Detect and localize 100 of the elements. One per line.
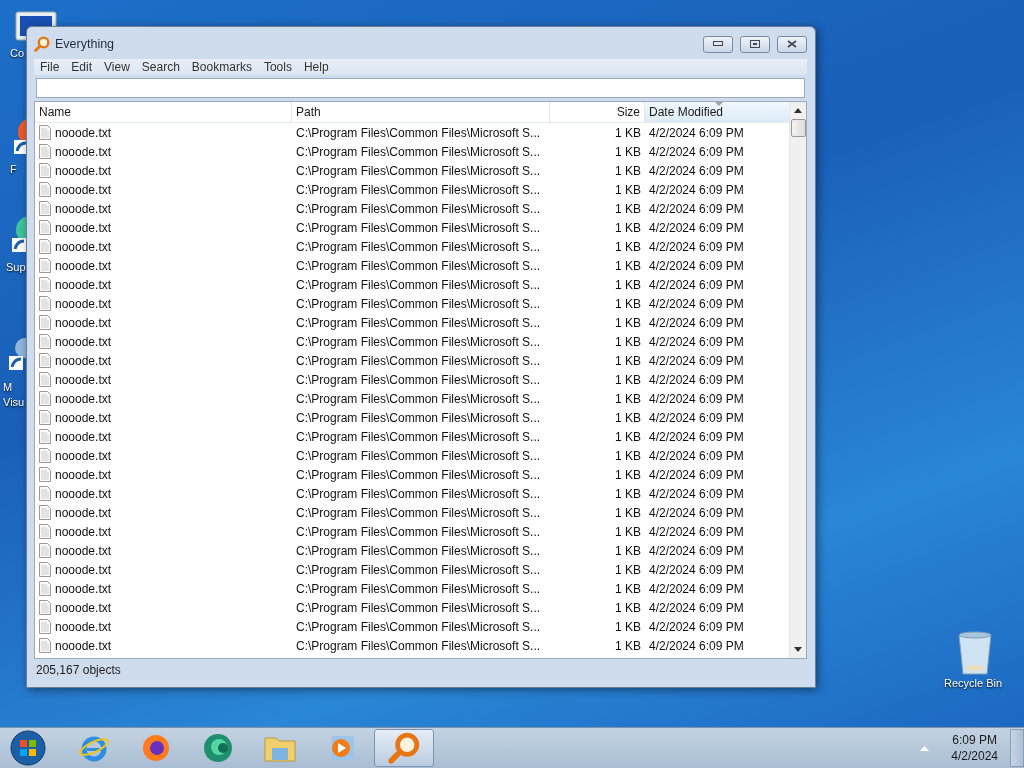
table-cell-text: 1 KB xyxy=(614,410,642,425)
table-cell-text: C:\Program Files\Common Files\Microsoft S... xyxy=(295,581,542,596)
tray-arrow-icon[interactable] xyxy=(920,745,930,751)
table-cell-text: 4/2/2024 6:09 PM xyxy=(648,448,745,463)
table-cell-text: C:\Program Files\Common Files\Microsoft S... xyxy=(295,353,542,368)
table-cell-text: 4/2/2024 6:09 PM xyxy=(648,543,745,558)
minimize-button[interactable] xyxy=(703,35,733,53)
table-cell-text: 4/2/2024 6:09 PM xyxy=(648,524,745,539)
table-cell-text: C:\Program Files\Common Files\Microsoft S... xyxy=(295,296,542,311)
file-name: nooode.txt xyxy=(55,391,112,406)
file-icon xyxy=(39,220,51,235)
table-cell-text: 1 KB xyxy=(614,372,642,387)
file-icon xyxy=(39,467,51,482)
file-icon xyxy=(39,277,51,292)
table-cell-text: C:\Program Files\Common Files\Microsoft S... xyxy=(295,315,542,330)
table-cell-text: 4/2/2024 6:09 PM xyxy=(648,638,745,653)
table-cell-text: C:\Program Files\Common Files\Microsoft S... xyxy=(295,638,542,653)
folder-icon xyxy=(264,734,296,762)
table-cell-text: C:\Program Files\Common Files\Microsoft S... xyxy=(295,448,542,463)
table-cell-text: C:\Program Files\Common Files\Microsoft S... xyxy=(295,201,542,216)
table-cell-text: 4/2/2024 6:09 PM xyxy=(648,353,745,368)
table-cell-text: 4/2/2024 6:09 PM xyxy=(648,258,745,273)
table-cell-text: 4/2/2024 6:09 PM xyxy=(648,182,745,197)
file-name: nooode.txt xyxy=(55,182,112,197)
table-cell-text: 4/2/2024 6:09 PM xyxy=(648,125,745,140)
file-name: nooode.txt xyxy=(55,429,112,444)
table-cell-text: C:\Program Files\Common Files\Microsoft S... xyxy=(295,220,542,235)
table-cell-text: 1 KB xyxy=(614,277,642,292)
table-cell-text: 4/2/2024 6:09 PM xyxy=(648,429,745,444)
file-name: nooode.txt xyxy=(55,353,112,368)
maximize-button[interactable] xyxy=(740,35,770,53)
file-name: nooode.txt xyxy=(55,410,112,425)
show-desktop-button[interactable] xyxy=(1010,729,1024,767)
table-cell-text: 4/2/2024 6:09 PM xyxy=(648,239,745,254)
scroll-up-icon xyxy=(794,108,802,113)
file-name: nooode.txt xyxy=(55,239,112,254)
window-title: Everything xyxy=(55,37,116,51)
table-cell-text: 1 KB xyxy=(614,391,642,406)
menu-item[interactable]: Help xyxy=(297,60,335,74)
scrollbar[interactable] xyxy=(789,102,806,658)
table-cell-text: 1 KB xyxy=(614,619,642,634)
file-icon xyxy=(39,144,51,159)
table-cell-text: 4/2/2024 6:09 PM xyxy=(648,391,745,406)
file-name: nooode.txt xyxy=(55,258,112,273)
table-cell-text: 1 KB xyxy=(614,315,642,330)
table-cell-text: 4/2/2024 6:09 PM xyxy=(648,296,745,311)
table-cell-text: C:\Program Files\Common Files\Microsoft S... xyxy=(295,163,542,178)
menu-item[interactable]: View xyxy=(98,60,136,74)
clock-date: 4/2/2024 xyxy=(951,748,998,764)
table-cell-text: 1 KB xyxy=(614,429,642,444)
file-icon xyxy=(39,524,51,539)
table-cell-text: 4/2/2024 6:09 PM xyxy=(648,334,745,349)
file-icon xyxy=(39,201,51,216)
table-cell-text: 1 KB xyxy=(614,125,642,140)
table-cell-text: 1 KB xyxy=(614,182,642,197)
taskbar-button[interactable] xyxy=(374,729,434,767)
table-cell-text: 1 KB xyxy=(614,296,642,311)
close-icon xyxy=(787,40,797,48)
table-cell-text: 1 KB xyxy=(614,581,642,596)
menu-item[interactable]: Tools xyxy=(257,60,298,74)
table-cell-text: 1 KB xyxy=(614,334,642,349)
table-cell-text: 4/2/2024 6:09 PM xyxy=(648,562,745,577)
browser-icon xyxy=(141,733,171,763)
table-cell-text: 4/2/2024 6:09 PM xyxy=(648,410,745,425)
scroll-down-icon xyxy=(794,647,802,652)
close-button[interactable] xyxy=(777,35,807,53)
desktop-icon-label: Sup xyxy=(6,260,26,275)
table-cell-text: 1 KB xyxy=(614,505,642,520)
clock-time: 6:09 PM xyxy=(952,732,997,748)
file-name: nooode.txt xyxy=(55,296,112,311)
menu-item[interactable]: Edit xyxy=(65,60,99,74)
status-text: 205,167 objects xyxy=(36,663,121,677)
table-cell-text: 1 KB xyxy=(614,448,642,463)
desktop-icon-label: Visu xyxy=(3,395,25,410)
file-name: nooode.txt xyxy=(55,448,112,463)
file-name: nooode.txt xyxy=(55,600,112,615)
table-cell-text: C:\Program Files\Common Files\Microsoft S... xyxy=(295,239,542,254)
scroll-thumb[interactable] xyxy=(790,119,806,137)
file-icon xyxy=(39,296,51,311)
menu-item[interactable]: File xyxy=(34,60,66,74)
table-cell-text: 1 KB xyxy=(614,543,642,558)
table-cell-text: 1 KB xyxy=(614,353,642,368)
table-cell-text: 1 KB xyxy=(614,600,642,615)
menu-item[interactable]: Search xyxy=(135,60,186,74)
file-name: nooode.txt xyxy=(55,619,112,634)
file-name: nooode.txt xyxy=(55,505,112,520)
table-cell-text: C:\Program Files\Common Files\Microsoft S... xyxy=(295,562,542,577)
file-icon xyxy=(39,182,51,197)
table-cell-text: 1 KB xyxy=(614,258,642,273)
column-header[interactable]: Date Modified xyxy=(645,102,790,122)
file-icon xyxy=(39,391,51,406)
file-name: nooode.txt xyxy=(55,277,112,292)
file-name: nooode.txt xyxy=(55,372,112,387)
search-field[interactable] xyxy=(36,78,805,98)
magnifier-icon xyxy=(388,732,420,764)
table-cell-text: C:\Program Files\Common Files\Microsoft S... xyxy=(295,429,542,444)
file-name: nooode.txt xyxy=(55,562,112,577)
file-name: nooode.txt xyxy=(55,201,112,216)
table-cell-text: 4/2/2024 6:09 PM xyxy=(648,277,745,292)
menu-item[interactable]: Bookmarks xyxy=(185,60,258,74)
